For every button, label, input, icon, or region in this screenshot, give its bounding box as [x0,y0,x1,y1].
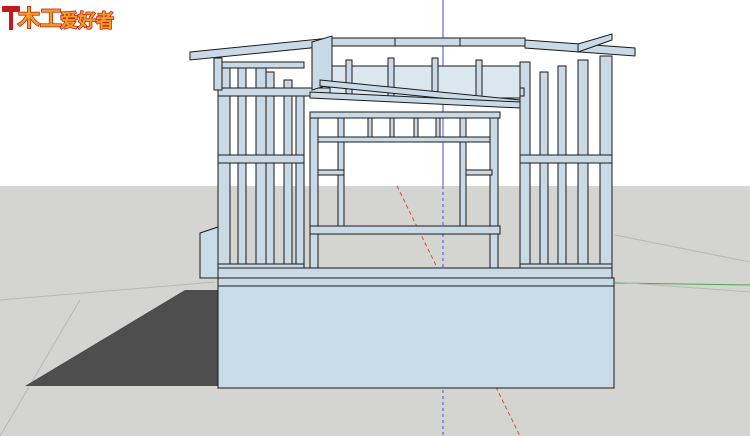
base-plate [217,267,613,279]
woodworker-logo: 木工 爱好者 [2,6,115,33]
logo-glyph-sub: 爱好者 [60,10,114,32]
scene-canvas[interactable] [0,0,750,436]
logo-glyph-main: 木工 [17,7,62,32]
3d-model-viewport[interactable]: 木工 爱好者 [0,0,750,436]
